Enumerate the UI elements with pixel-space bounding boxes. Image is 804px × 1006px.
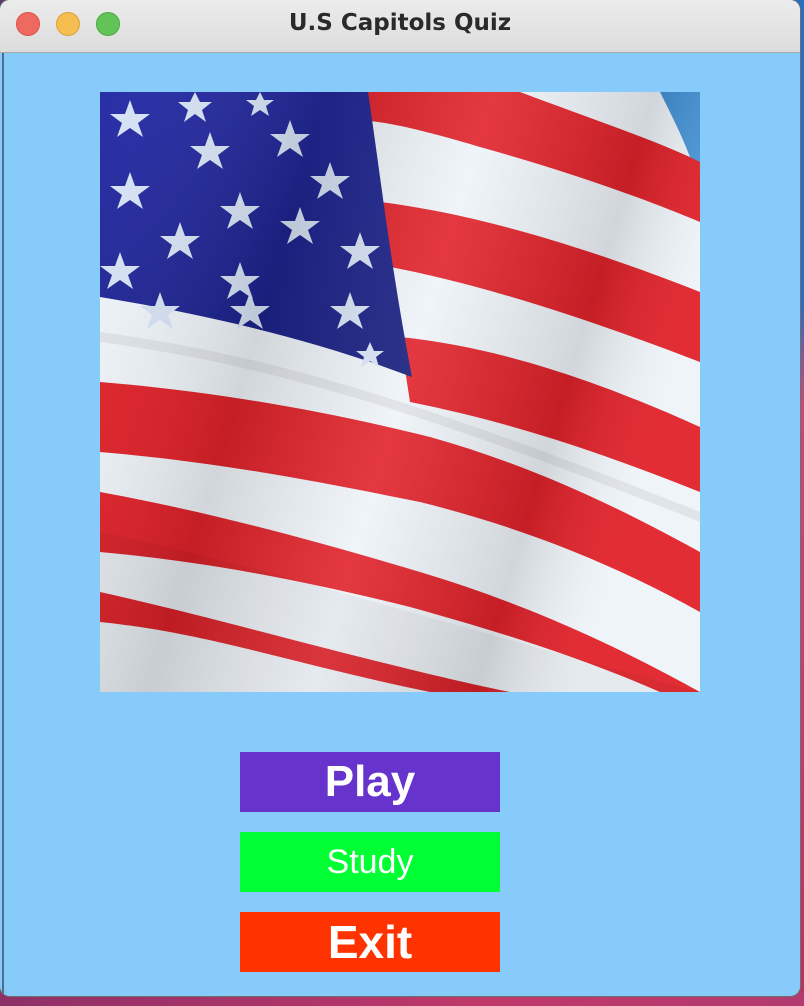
us-flag-icon <box>100 92 700 692</box>
app-window: U.S Capitols Quiz Play Study Exit <box>0 0 800 996</box>
us-flag-image <box>100 92 700 692</box>
exit-button[interactable]: Exit <box>240 912 500 972</box>
study-button[interactable]: Study <box>240 832 500 892</box>
play-button[interactable]: Play <box>240 752 500 812</box>
title-bar[interactable]: U.S Capitols Quiz <box>0 0 800 53</box>
window-title: U.S Capitols Quiz <box>288 10 512 36</box>
